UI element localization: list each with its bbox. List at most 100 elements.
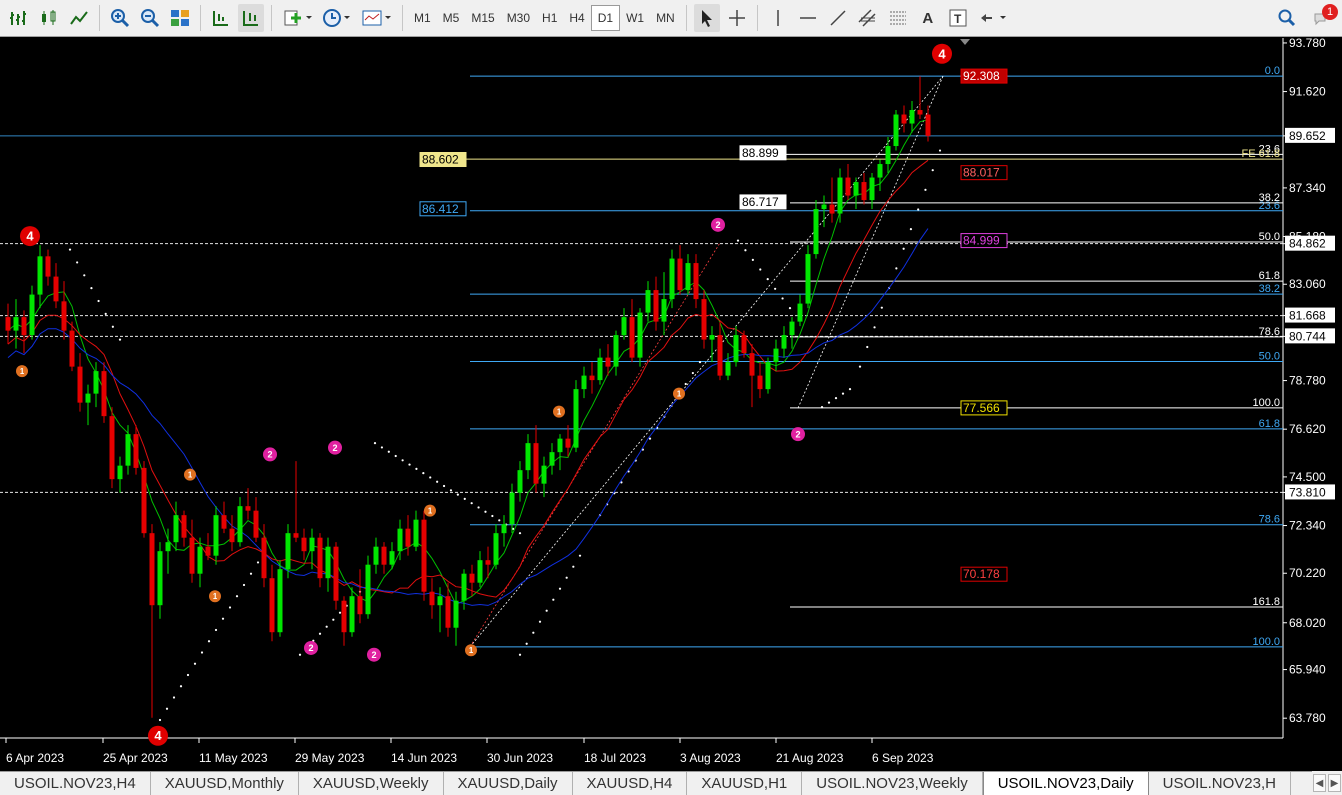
cursor-icon[interactable] [693,4,720,32]
candle-body[interactable] [317,537,323,579]
tab-scroll-right-icon[interactable]: ▶ [1328,774,1341,792]
candle-body[interactable] [301,537,307,552]
candle-body[interactable] [701,299,707,340]
chart-tab-8[interactable]: USOIL.NOV23,H [1149,772,1291,795]
candle-body[interactable] [421,519,427,592]
candle-body[interactable] [677,258,683,291]
search-icon[interactable] [1274,4,1300,32]
candle-body[interactable] [437,596,443,606]
chart-shift-marker[interactable] [960,39,970,45]
chart-tab-6[interactable]: USOIL.NOV23,Weekly [802,772,983,795]
candle-body[interactable] [549,452,555,466]
candle-body[interactable] [629,317,635,358]
candle-body[interactable] [29,294,35,336]
candle-body[interactable] [53,276,59,302]
timeframe-m30[interactable]: M30 [501,5,536,31]
candle-body[interactable] [357,596,363,615]
candle-body[interactable] [693,263,699,300]
candle-body[interactable] [109,416,115,480]
candle-body[interactable] [229,528,235,543]
candle-body[interactable] [885,146,891,165]
candle-body[interactable] [373,546,379,565]
candle-body[interactable] [501,524,507,534]
candle-body[interactable] [261,537,267,579]
candle-body[interactable] [45,256,51,277]
indicators-icon[interactable] [279,4,315,32]
candle-body[interactable] [381,546,387,565]
periods-icon[interactable] [319,4,355,32]
candle-body[interactable] [621,317,627,336]
candle-body[interactable] [517,470,523,493]
candle-body[interactable] [349,596,355,633]
candle-body[interactable] [813,209,819,255]
equidistant-channel-icon[interactable] [855,4,881,32]
vertical-line-icon[interactable] [765,4,791,32]
candle-body[interactable] [733,335,739,363]
chart-tab-1[interactable]: XAUUSD,Monthly [151,772,299,795]
candle-body[interactable] [605,357,611,367]
candle-body[interactable] [205,546,211,556]
candle-body[interactable] [909,110,915,124]
candle-body[interactable] [61,301,67,331]
chart-tab-7[interactable]: USOIL.NOV23,Daily [982,772,1149,795]
candle-body[interactable] [21,317,27,336]
candle-body[interactable] [397,528,403,552]
candle-body[interactable] [509,492,515,525]
candle-body[interactable] [117,465,123,480]
candle-body[interactable] [901,114,907,124]
candle-body[interactable] [573,389,579,448]
candle-body[interactable] [237,506,243,543]
candle-body[interactable] [133,434,139,468]
chart-shift-icon[interactable] [208,4,234,32]
candle-body[interactable] [661,299,667,322]
candle-body[interactable] [877,164,883,178]
fibonacci-icon[interactable] [885,4,911,32]
text-label-icon[interactable]: T [945,4,971,32]
chart-tab-5[interactable]: XAUUSD,H1 [687,772,803,795]
candle-body[interactable] [197,546,203,574]
candle-body[interactable] [853,182,859,196]
candle-body[interactable] [557,438,563,453]
candle-body[interactable] [781,335,787,349]
timeframe-m15[interactable]: M15 [465,5,500,31]
candle-body[interactable] [285,533,291,570]
candle-body[interactable] [789,321,795,336]
candle-body[interactable] [581,375,587,390]
candle-body[interactable] [637,312,643,358]
crosshair-icon[interactable] [724,4,750,32]
timeframe-mn[interactable]: MN [650,5,681,31]
candlestick-icon[interactable] [36,4,62,32]
candle-body[interactable] [741,335,747,354]
candle-body[interactable] [221,515,227,529]
candle-body[interactable] [5,317,11,331]
candle-body[interactable] [37,256,43,295]
candle-body[interactable] [77,366,83,403]
templates-icon[interactable] [359,4,395,32]
candle-body[interactable] [181,515,187,538]
candle-body[interactable] [765,362,771,390]
chart-tab-2[interactable]: XAUUSD,Weekly [299,772,444,795]
candle-body[interactable] [277,569,283,633]
zoom-out-icon[interactable] [137,4,163,32]
candle-body[interactable] [101,371,107,417]
zoom-in-icon[interactable] [107,4,133,32]
candle-body[interactable] [797,303,803,322]
candle-body[interactable] [341,600,347,633]
candle-body[interactable] [125,434,131,466]
candle-body[interactable] [389,551,395,565]
candle-body[interactable] [525,443,531,471]
candle-body[interactable] [293,533,299,538]
tile-windows-icon[interactable] [167,4,193,32]
candle-body[interactable] [269,578,275,633]
candle-body[interactable] [565,438,571,448]
candle-body[interactable] [453,600,459,628]
candle-body[interactable] [805,254,811,304]
candle-body[interactable] [485,560,491,565]
trendline-icon[interactable] [825,4,851,32]
chart-tab-0[interactable]: USOIL.NOV23,H4 [0,772,151,795]
timeframe-d1[interactable]: D1 [590,5,621,31]
timeframe-h1[interactable]: H1 [536,5,563,31]
candle-body[interactable] [69,330,75,367]
candle-body[interactable] [333,546,339,601]
candle-body[interactable] [597,357,603,381]
